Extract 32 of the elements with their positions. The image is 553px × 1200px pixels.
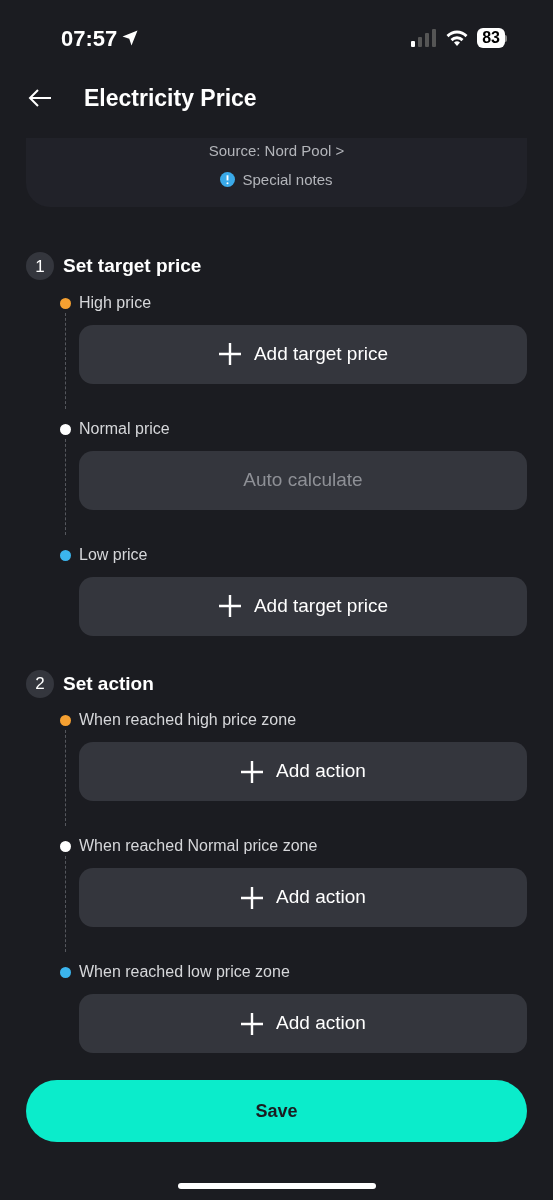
plus-icon [240, 1011, 265, 1036]
plus-icon [240, 759, 265, 784]
save-button[interactable]: Save [26, 1080, 527, 1142]
location-arrow-icon [121, 29, 140, 47]
plus-icon [217, 342, 242, 366]
page-title: Electricity Price [84, 83, 257, 113]
step-number: 1 [26, 252, 54, 281]
add-button[interactable]: Add action [79, 994, 527, 1053]
special-notes-link[interactable]: Special notes [242, 168, 333, 191]
zone-label: When reached Normal price zone [79, 836, 319, 856]
plus-icon [217, 594, 242, 618]
back-arrow-icon[interactable] [28, 88, 52, 108]
step-number: 2 [26, 669, 54, 698]
add-button[interactable]: Add target price [79, 324, 527, 384]
status-time: 07:57 [61, 24, 118, 53]
signal-icon [411, 29, 438, 47]
wifi-icon [445, 29, 470, 47]
zone-label: When reached low price zone [79, 962, 291, 982]
add-button[interactable]: Add action [79, 742, 527, 801]
info-icon [220, 172, 236, 188]
zone-label: High price [79, 292, 153, 313]
zone-label: Low price [79, 544, 149, 565]
section-title: Set action [63, 671, 154, 696]
plus-icon [240, 885, 265, 910]
add-button[interactable]: Add target price [79, 576, 527, 636]
add-button[interactable]: Add action [79, 868, 527, 927]
zone-label: Normal price [79, 418, 171, 439]
auto-calculate-field: Auto calculate [79, 450, 527, 510]
section-title: Set target price [63, 254, 202, 278]
source-link[interactable]: Source: Nord Pool > [208, 140, 345, 163]
battery-indicator: 83 [477, 28, 507, 48]
zone-label: When reached high price zone [79, 710, 298, 730]
